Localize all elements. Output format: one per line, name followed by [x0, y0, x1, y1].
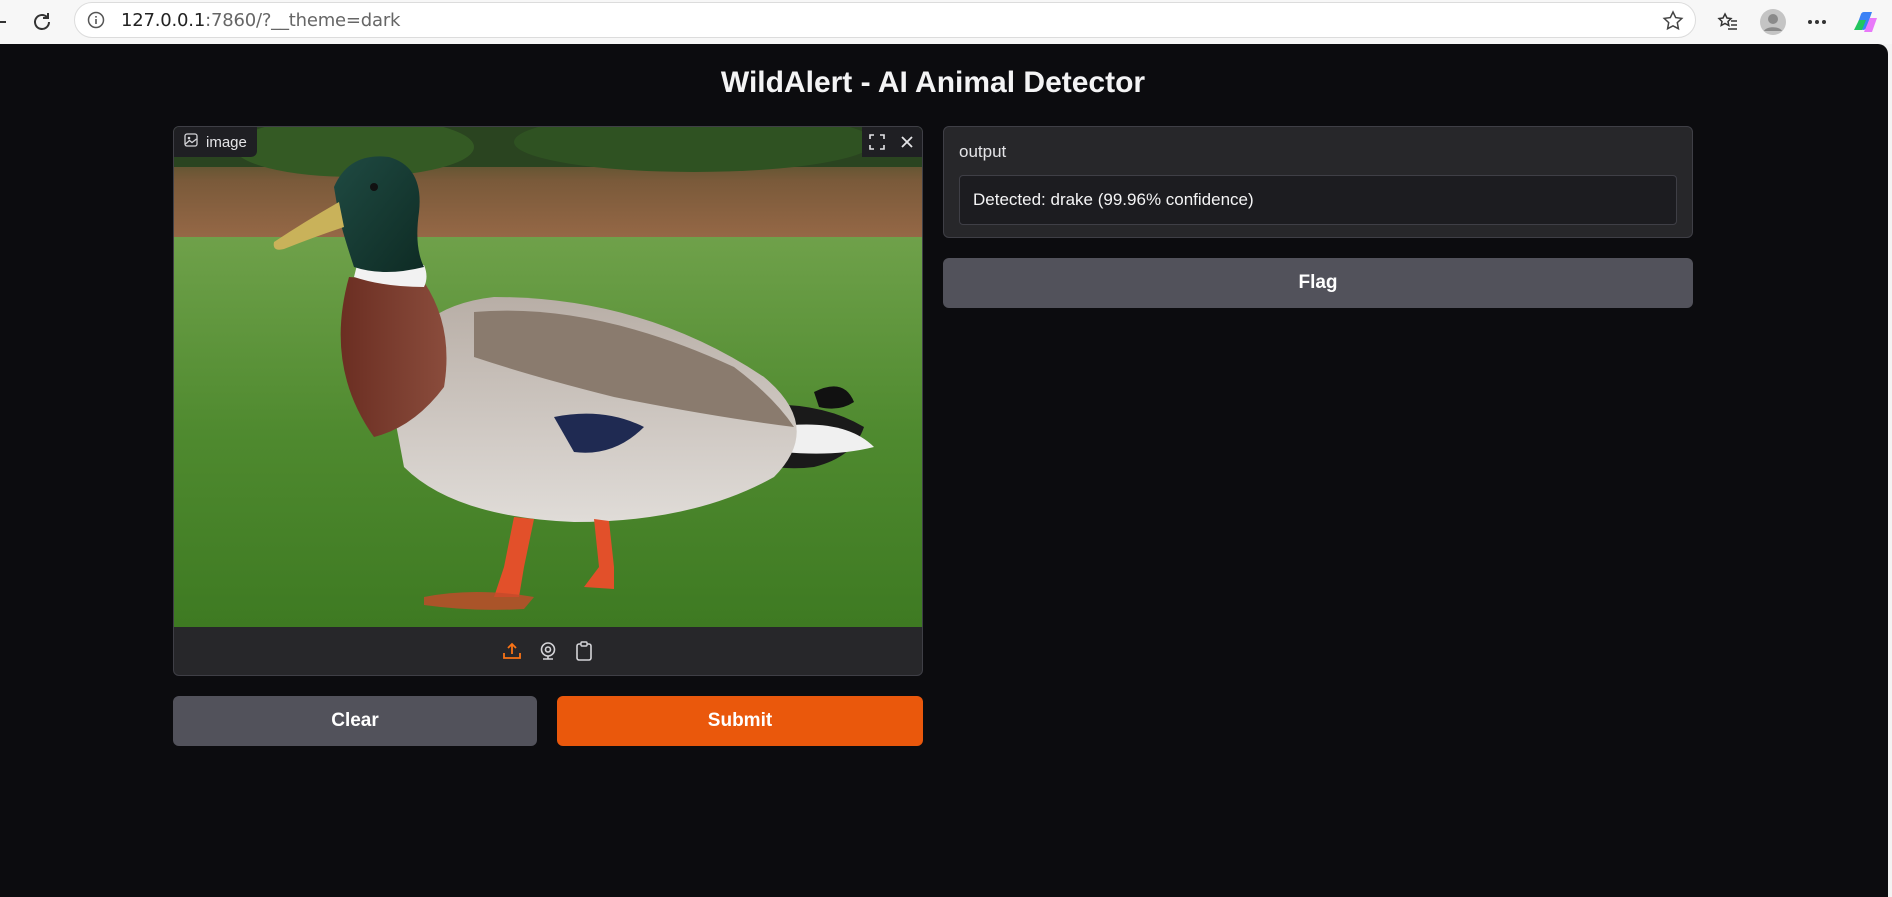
output-label: output [959, 142, 1007, 161]
webcam-icon[interactable] [535, 638, 561, 664]
image-tools [862, 127, 922, 157]
clipboard-icon[interactable] [571, 638, 597, 664]
image-source-bar [174, 627, 922, 675]
page-title: WildAlert - AI Animal Detector [720, 66, 1146, 99]
url-path: :7860/?__theme=dark [205, 9, 401, 31]
profile-avatar-icon[interactable] [1757, 6, 1789, 38]
gradio-app: WildAlert - AI Animal Detector image Cle… [0, 44, 1888, 897]
image-input-label: image [174, 127, 257, 157]
url-host: 127.0.0.1 [121, 9, 206, 31]
favorite-star-icon[interactable] [1661, 9, 1685, 33]
image-input-panel[interactable]: image [173, 126, 923, 676]
copilot-icon[interactable] [1848, 6, 1880, 38]
image-label-text: image [206, 133, 247, 151]
close-icon[interactable] [892, 127, 922, 157]
flag-button[interactable]: Flag [943, 258, 1693, 308]
favorites-icon[interactable] [1712, 6, 1744, 38]
more-menu-icon[interactable] [1801, 6, 1833, 38]
browser-toolbar: 127.0.0.1:7860/?__theme=dark [0, 0, 1892, 44]
url-text: 127.0.0.1:7860/?__theme=dark [121, 10, 400, 31]
upload-icon[interactable] [499, 638, 525, 664]
uploaded-duck-image [174, 127, 922, 627]
back-icon[interactable] [0, 6, 18, 38]
submit-button[interactable]: Submit [557, 696, 923, 746]
output-panel: output Detected: drake (99.96% confidenc… [943, 126, 1693, 238]
fullscreen-icon[interactable] [862, 127, 892, 157]
clear-button[interactable]: Clear [173, 696, 537, 746]
address-bar[interactable]: 127.0.0.1:7860/?__theme=dark [74, 2, 1696, 38]
reload-icon[interactable] [26, 6, 58, 38]
site-info-icon[interactable] [85, 9, 107, 31]
output-textbox[interactable]: Detected: drake (99.96% confidence) [959, 175, 1677, 225]
image-icon [184, 133, 198, 151]
